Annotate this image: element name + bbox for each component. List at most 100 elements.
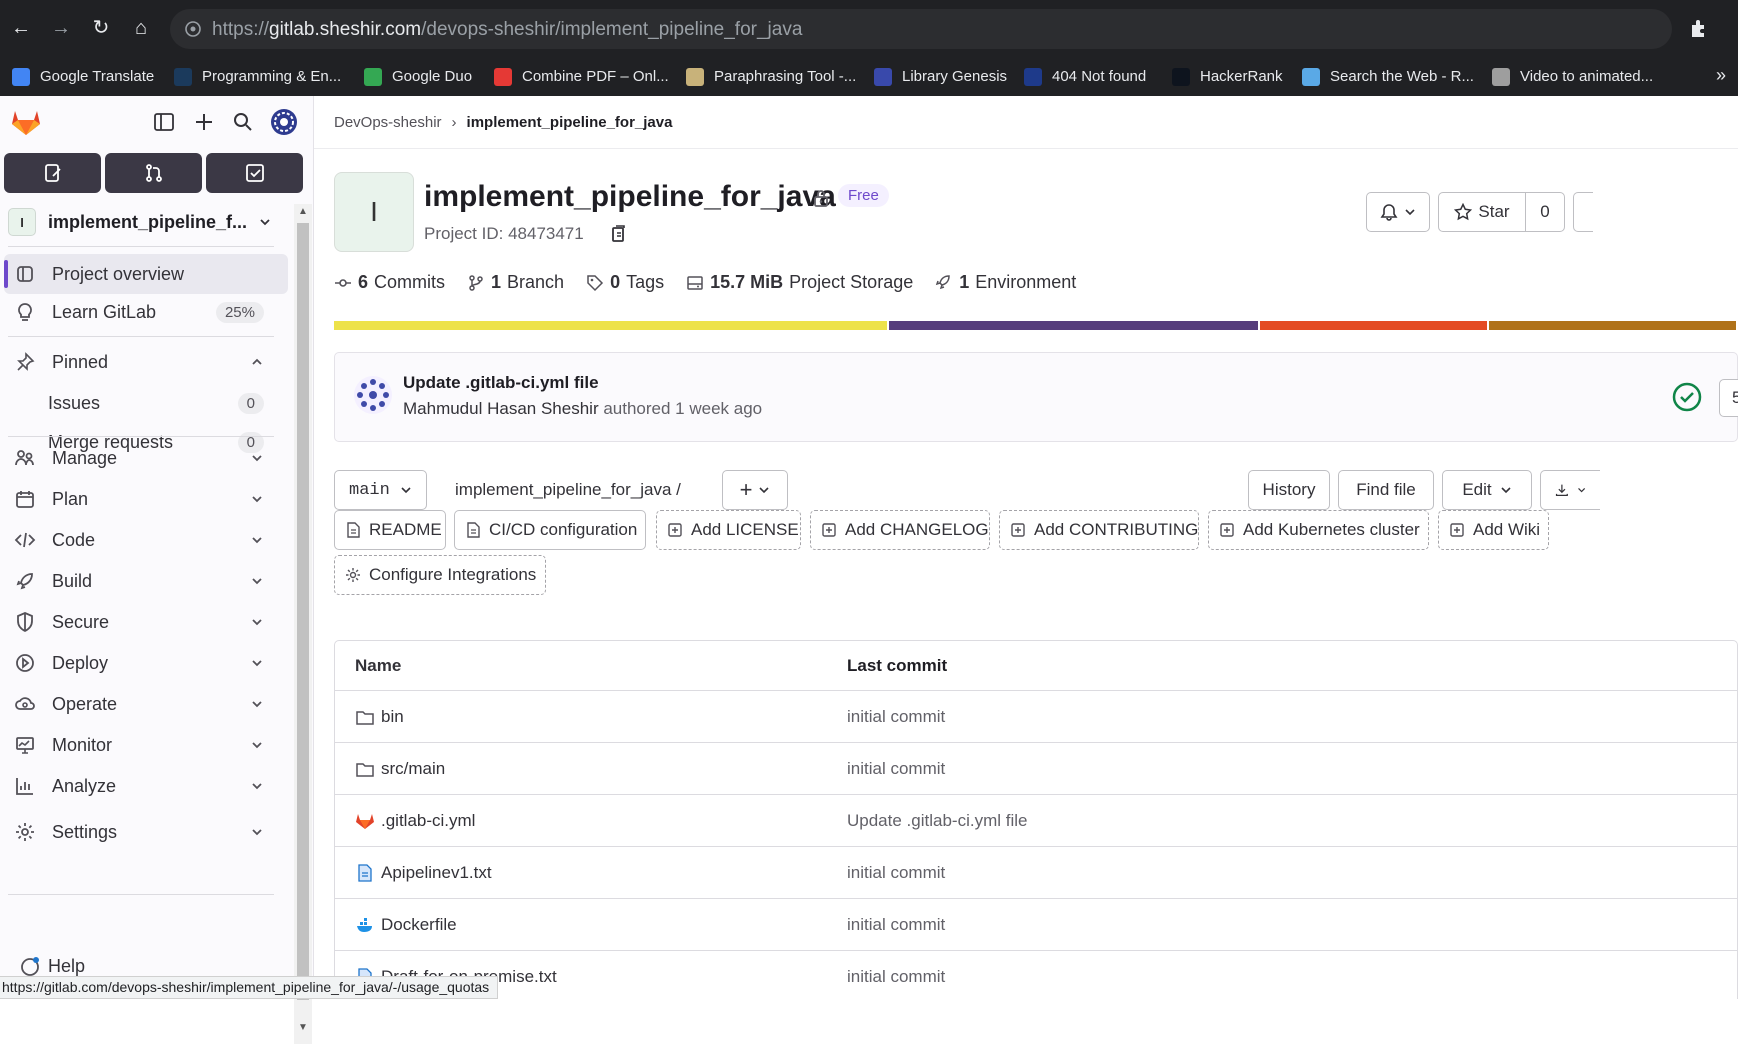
- bookmark-item[interactable]: HackerRank: [1172, 57, 1283, 96]
- search-icon[interactable]: [231, 110, 255, 134]
- table-row[interactable]: bin initial commit: [335, 691, 1737, 743]
- sidebar-item-manage[interactable]: Manage: [4, 438, 288, 478]
- author-avatar[interactable]: [353, 375, 393, 415]
- commit-sha-button[interactable]: 58: [1719, 379, 1738, 417]
- history-button[interactable]: History: [1248, 470, 1330, 510]
- sidebar-item-plan[interactable]: Plan: [4, 479, 288, 519]
- home-icon[interactable]: ⌂: [128, 15, 154, 41]
- last-commit-link[interactable]: initial commit: [847, 915, 945, 935]
- fork-button[interactable]: [1573, 192, 1593, 232]
- issues-counter-button[interactable]: [4, 153, 101, 193]
- file-name-link[interactable]: .gitlab-ci.yml: [381, 811, 475, 831]
- last-commit-link[interactable]: initial commit: [847, 967, 945, 987]
- bookmark-item[interactable]: Search the Web - R...: [1302, 57, 1474, 96]
- star-button[interactable]: Star: [1438, 192, 1526, 232]
- shortcut-button[interactable]: Add Kubernetes cluster: [1208, 510, 1429, 550]
- table-row[interactable]: Draft-for-on-premise.txtinitial commit: [335, 951, 1737, 999]
- tags-stat[interactable]: 0 Tags: [586, 272, 664, 293]
- file-name-link[interactable]: Dockerfile: [381, 915, 457, 935]
- copy-icon[interactable]: [609, 224, 629, 244]
- sidebar-item-monitor[interactable]: Monitor: [4, 725, 288, 765]
- address-bar[interactable]: https://gitlab.sheshir.com/devops-sheshi…: [170, 9, 1672, 49]
- back-arrow-icon[interactable]: ←: [8, 15, 34, 41]
- table-row[interactable]: .gitlab-ci.yml Update .gitlab-ci.yml file: [335, 795, 1737, 847]
- last-commit-link[interactable]: initial commit: [847, 707, 945, 727]
- extensions-puzzle-icon[interactable]: [1688, 16, 1712, 40]
- sidebar-item-issues[interactable]: Issues 0: [4, 383, 288, 423]
- file-name-cell[interactable]: Dockerfile: [335, 915, 847, 935]
- branches-stat[interactable]: 1 Branch: [467, 272, 564, 293]
- file-name-link[interactable]: Apipelinev1.txt: [381, 863, 492, 883]
- sidebar-item-operate[interactable]: Operate: [4, 684, 288, 724]
- forward-arrow-icon[interactable]: →: [48, 15, 74, 41]
- language-segment[interactable]: [334, 321, 887, 330]
- last-commit-link[interactable]: initial commit: [847, 863, 945, 883]
- reload-icon[interactable]: ↻: [88, 15, 114, 41]
- bookmark-item[interactable]: Paraphrasing Tool -...: [686, 57, 856, 96]
- shortcut-button[interactable]: Add CHANGELOG: [810, 510, 990, 550]
- shortcut-button[interactable]: Add LICENSE: [656, 510, 801, 550]
- file-name-cell[interactable]: Apipelinev1.txt: [335, 863, 847, 883]
- commit-author-link[interactable]: Mahmudul Hasan Sheshir: [403, 399, 599, 418]
- sidebar-scroll-thumb[interactable]: [297, 223, 309, 1000]
- table-row[interactable]: src/main initial commit: [335, 743, 1737, 795]
- user-avatar-icon[interactable]: [270, 108, 298, 136]
- scroll-up-arrow-icon[interactable]: ▲: [297, 206, 309, 218]
- shortcut-button[interactable]: CI/CD configuration: [454, 510, 646, 550]
- shortcut-button[interactable]: Configure Integrations: [334, 555, 546, 595]
- add-to-tree-button[interactable]: +: [722, 470, 788, 510]
- sidebar-item-code[interactable]: Code: [4, 520, 288, 560]
- pipeline-passed-icon[interactable]: [1671, 381, 1703, 413]
- sidebar-item-project-overview[interactable]: Project overview: [4, 254, 288, 294]
- table-row[interactable]: Apipelinev1.txt initial commit: [335, 847, 1737, 899]
- file-name-link[interactable]: bin: [381, 707, 404, 727]
- repository-languages-bar[interactable]: [334, 321, 1738, 330]
- shortcut-button[interactable]: README: [334, 510, 446, 550]
- gitlab-logo-icon[interactable]: [10, 106, 42, 138]
- sidebar-item-build[interactable]: Build: [4, 561, 288, 601]
- commits-stat[interactable]: 6 Commits: [334, 272, 445, 293]
- sidebar-item-deploy[interactable]: Deploy: [4, 643, 288, 683]
- shortcut-button[interactable]: Add CONTRIBUTING: [999, 510, 1199, 550]
- last-commit-link[interactable]: Update .gitlab-ci.yml file: [847, 811, 1027, 831]
- merge-requests-counter-button[interactable]: [105, 153, 202, 193]
- branch-selector[interactable]: main: [334, 470, 427, 510]
- language-segment[interactable]: [888, 321, 1259, 330]
- storage-stat[interactable]: 15.7 MiB Project Storage: [686, 272, 913, 293]
- repo-path-breadcrumb[interactable]: implement_pipeline_for_java /: [455, 480, 681, 500]
- sidebar-item-settings[interactable]: Settings: [4, 812, 288, 852]
- file-name-cell[interactable]: .gitlab-ci.yml: [335, 811, 847, 831]
- language-segment[interactable]: [1260, 321, 1488, 330]
- bookmark-item[interactable]: Google Translate: [12, 57, 154, 96]
- scroll-down-arrow-icon[interactable]: ▼: [297, 1022, 309, 1034]
- environment-stat[interactable]: 1 Environment: [935, 272, 1076, 293]
- language-segment[interactable]: [1489, 321, 1737, 330]
- sidebar-item-pinned[interactable]: Pinned: [4, 342, 288, 382]
- file-name-cell[interactable]: bin: [335, 707, 847, 727]
- notification-button[interactable]: [1366, 192, 1430, 232]
- file-name-cell[interactable]: src/main: [335, 759, 847, 779]
- bookmark-item[interactable]: Programming & En...: [174, 57, 341, 96]
- last-commit-link[interactable]: initial commit: [847, 759, 945, 779]
- bookmark-item[interactable]: Google Duo: [364, 57, 472, 96]
- todos-counter-button[interactable]: [206, 153, 303, 193]
- bookmark-item[interactable]: Combine PDF – Onl...: [494, 57, 669, 96]
- sidebar-item-secure[interactable]: Secure: [4, 602, 288, 642]
- file-name-link[interactable]: src/main: [381, 759, 445, 779]
- bookmarks-overflow-icon[interactable]: »: [1716, 65, 1726, 86]
- breadcrumb-project-link[interactable]: implement_pipeline_for_java: [467, 114, 673, 131]
- bookmark-item[interactable]: Video to animated...: [1492, 57, 1653, 96]
- find-file-button[interactable]: Find file: [1338, 470, 1434, 510]
- bookmark-item[interactable]: Library Genesis: [874, 57, 1007, 96]
- shortcut-button[interactable]: Add Wiki: [1438, 510, 1549, 550]
- breadcrumb-group-link[interactable]: DevOps-sheshir: [334, 114, 442, 131]
- site-info-icon[interactable]: [184, 20, 202, 38]
- star-count[interactable]: 0: [1525, 192, 1565, 232]
- sidebar-item-analyze[interactable]: Analyze: [4, 766, 288, 806]
- edit-dropdown-button[interactable]: Edit: [1442, 470, 1532, 510]
- bookmark-item[interactable]: 404 Not found: [1024, 57, 1146, 96]
- commit-title-link[interactable]: Update .gitlab-ci.yml file: [403, 373, 599, 393]
- sidebar-item-learn-gitlab[interactable]: Learn GitLab 25%: [4, 292, 288, 332]
- table-row[interactable]: Dockerfile initial commit: [335, 899, 1737, 951]
- sidebar-toggle-icon[interactable]: [152, 110, 176, 134]
